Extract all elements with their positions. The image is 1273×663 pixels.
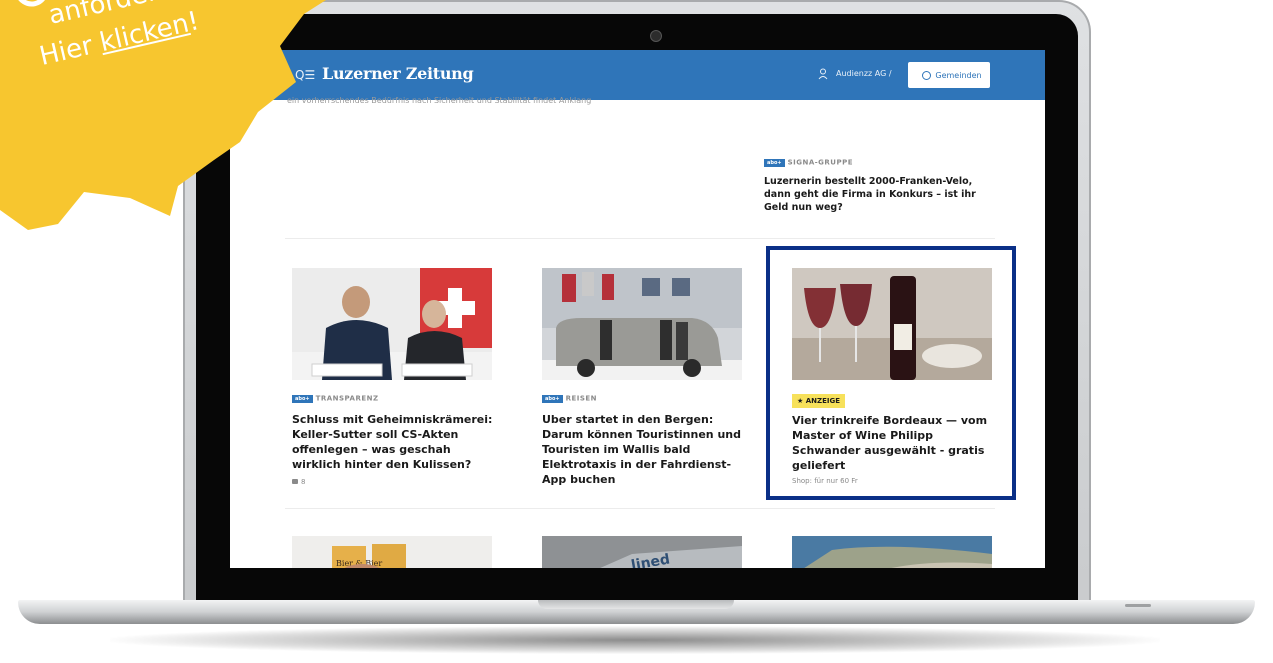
section-divider bbox=[285, 238, 995, 239]
camera-icon bbox=[650, 30, 662, 42]
gemeinden-button[interactable]: Gemeinden bbox=[908, 62, 990, 88]
laptop-shadow bbox=[110, 626, 1160, 654]
article-card[interactable]: Bier & Bier bbox=[292, 536, 502, 568]
cut-off-teaser: ein vorherrschendes Bedürfnis nach Siche… bbox=[287, 96, 592, 105]
article-image[interactable]: lined bbox=[542, 536, 742, 568]
location-icon bbox=[922, 70, 932, 80]
article-card[interactable]: abo+ TRANSPARENZ Schluss mit Geheimniskrä… bbox=[292, 268, 502, 486]
article-feed: ein vorherrschendes Bedürfnis nach Siche… bbox=[230, 96, 1045, 568]
laptop-notch bbox=[538, 600, 734, 609]
article-image[interactable] bbox=[292, 268, 492, 380]
kicker: TRANSPARENZ bbox=[315, 394, 379, 403]
user-icon[interactable] bbox=[818, 68, 828, 80]
site-header: Q☰ Luzerner Zeitung Audienzz AG / Gemein… bbox=[230, 50, 1045, 100]
abo-badge: abo+ bbox=[542, 394, 563, 403]
abo-badge: abo+ bbox=[292, 394, 313, 403]
gemeinden-label: Gemeinden bbox=[935, 70, 982, 80]
highlight-frame bbox=[766, 246, 1016, 500]
headline[interactable]: Luzernerin bestellt 2000-Franken-Velo, d… bbox=[764, 175, 980, 214]
article-image[interactable] bbox=[542, 268, 742, 380]
article-image[interactable]: Bier & Bier bbox=[292, 536, 492, 568]
article-card[interactable] bbox=[792, 536, 1002, 568]
headline[interactable]: Schluss mit Geheimniskrämerei: Keller-Su… bbox=[292, 412, 502, 472]
headline[interactable]: Uber startet in den Bergen: Darum können… bbox=[542, 412, 752, 487]
account-label[interactable]: Audienzz AG / bbox=[836, 69, 892, 78]
power-indicator bbox=[1125, 604, 1151, 607]
article-card[interactable]: abo+ REISEN Uber startet in den Bergen: D… bbox=[542, 268, 752, 487]
comment-icon bbox=[292, 479, 298, 484]
comment-count[interactable]: 8 bbox=[292, 478, 502, 486]
laptop-screen: Q☰ Luzerner Zeitung Audienzz AG / Gemein… bbox=[230, 50, 1045, 568]
abo-badge: abo+ bbox=[764, 158, 785, 167]
section-divider bbox=[285, 508, 995, 509]
kicker: SIGNA-GRUPPE bbox=[787, 158, 854, 167]
article-card[interactable]: lined bbox=[542, 536, 752, 568]
kicker: REISEN bbox=[565, 394, 598, 403]
top-story-teaser[interactable]: abo+ SIGNA-GRUPPE Luzernerin bestellt 200… bbox=[764, 152, 980, 214]
site-logo[interactable]: Luzerner Zeitung bbox=[322, 64, 474, 83]
article-image[interactable] bbox=[792, 536, 992, 568]
